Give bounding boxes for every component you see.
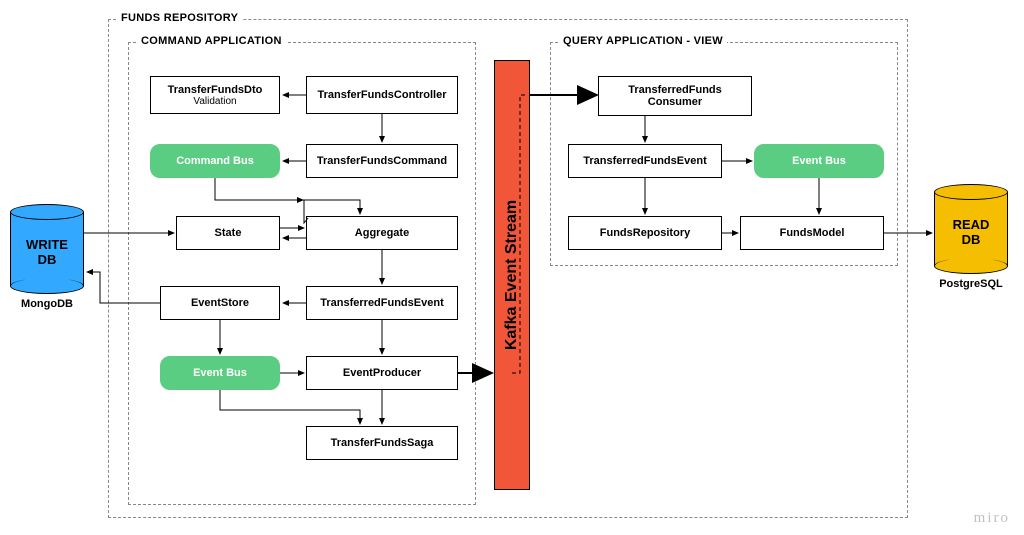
controller-label: TransferFundsController — [318, 89, 447, 101]
transfer-funds-dto-box: TransferFundsDto Validation — [150, 76, 280, 114]
transfer-funds-controller-box: TransferFundsController — [306, 76, 458, 114]
cmd-event-bus-box: Event Bus — [160, 356, 280, 390]
transfer-funds-saga-box: TransferFundsSaga — [306, 426, 458, 460]
write-db: WRITE DB MongoDB — [10, 204, 84, 310]
qry-event-bus-label: Event Bus — [792, 155, 846, 167]
write-db-engine: MongoDB — [10, 298, 84, 310]
cmd-transferred-funds-event-box: TransferredFundsEvent — [306, 286, 458, 320]
query-application-label: QUERY APPLICATION - VIEW — [559, 35, 727, 47]
command-bus-label: Command Bus — [176, 155, 254, 167]
qry-transferred-funds-event-box: TransferredFundsEvent — [568, 144, 722, 178]
cmd-event-bus-label: Event Bus — [193, 367, 247, 379]
read-db: READ DB PostgreSQL — [934, 184, 1008, 290]
aggregate-box: Aggregate — [306, 216, 458, 250]
state-label: State — [215, 227, 242, 239]
transfer-funds-command-box: TransferFundsCommand — [306, 144, 458, 178]
state-box: State — [176, 216, 280, 250]
event-producer-label: EventProducer — [343, 367, 421, 379]
saga-label: TransferFundsSaga — [331, 437, 434, 449]
qry-event-bus-box: Event Bus — [754, 144, 884, 178]
funds-repository-box: FundsRepository — [568, 216, 722, 250]
write-db-title-l1: WRITE — [26, 237, 68, 252]
cmd-tfe-label: TransferredFundsEvent — [320, 297, 443, 309]
write-db-title-l2: DB — [38, 252, 57, 267]
command-bus-box: Command Bus — [150, 144, 280, 178]
event-store-box: EventStore — [160, 286, 280, 320]
funds-model-label: FundsModel — [780, 227, 845, 239]
dto-title: TransferFundsDto — [168, 84, 263, 96]
consumer-l2: Consumer — [648, 96, 702, 108]
dto-subtitle: Validation — [193, 96, 236, 107]
read-db-engine: PostgreSQL — [934, 278, 1008, 290]
command-application-label: COMMAND APPLICATION — [137, 35, 286, 47]
qry-tfe-label: TransferredFundsEvent — [583, 155, 706, 167]
consumer-l1: TransferredFunds — [628, 84, 722, 96]
miro-watermark: miro — [974, 510, 1010, 527]
event-store-label: EventStore — [191, 297, 249, 309]
read-db-title-l1: READ — [953, 217, 990, 232]
funds-repository-label: FundsRepository — [600, 227, 690, 239]
command-label: TransferFundsCommand — [317, 155, 447, 167]
funds-model-box: FundsModel — [740, 216, 884, 250]
aggregate-label: Aggregate — [355, 227, 409, 239]
transferred-funds-consumer-box: TransferredFunds Consumer — [598, 76, 752, 116]
kafka-event-stream: Kafka Event Stream — [494, 60, 530, 490]
funds-repository-label: FUNDS REPOSITORY — [117, 12, 242, 24]
event-producer-box: EventProducer — [306, 356, 458, 390]
read-db-title-l2: DB — [962, 232, 981, 247]
kafka-label: Kafka Event Stream — [503, 200, 521, 350]
